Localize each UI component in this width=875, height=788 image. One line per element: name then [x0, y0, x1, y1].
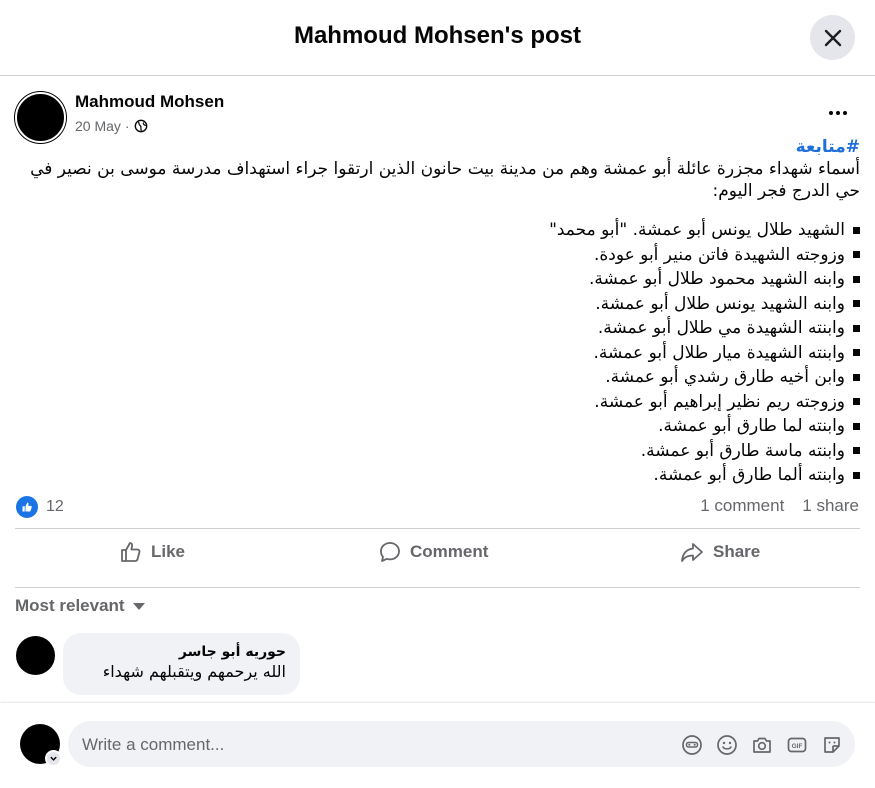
list-item-text: وابنه الشهيد محمود طلال أبو عمشة. [588, 269, 845, 289]
bullet-icon [853, 251, 860, 259]
bullet-icon [853, 300, 860, 308]
bullet-icon [853, 373, 860, 381]
bullet-icon [853, 324, 860, 332]
list-item: وابنته لما طارق أبو عمشة. [20, 414, 860, 439]
martyrs-list: الشهيد طلال يونس أبو عمشة. "أبو محمد" وز… [20, 218, 860, 488]
like-label: Like [151, 542, 186, 561]
list-item: وابن أخيه طارق رشدي أبو عمشة. [20, 365, 860, 390]
comment-label: Comment [410, 542, 489, 561]
bullet-icon [853, 349, 860, 357]
bullet-icon [853, 447, 860, 455]
svg-text:GIF: GIF [792, 743, 803, 750]
bullet-icon [853, 422, 860, 430]
like-count: 12 [46, 498, 64, 515]
more-icon-dot [836, 111, 840, 115]
camera-icon [753, 737, 771, 753]
author-name[interactable]: Mahmoud Mohsen [75, 92, 224, 112]
list-item: الشهيد طلال يونس أبو عمشة. "أبو محمد" [20, 218, 860, 243]
comment-button[interactable]: Comment [378, 540, 488, 564]
avatar-icon [682, 735, 702, 755]
engagement-counts: 1 comment 1 share [700, 496, 859, 516]
list-item: وابنته ماسة طارق أبو عمشة. [20, 439, 860, 464]
more-icon [829, 111, 833, 115]
comment-placeholder: Write a comment... [82, 735, 225, 754]
share-icon [681, 543, 703, 562]
divider [15, 587, 860, 588]
share-count[interactable]: 1 share [802, 496, 859, 516]
list-item: وابنته الشهيدة ميار طلال أبو عمشة. [20, 341, 860, 366]
list-item: وابنته ألما طارق أبو عمشة. [20, 463, 860, 488]
commenter-name[interactable]: حوريه أبو جاسر [77, 643, 286, 661]
comment-text: الله يرحمهم ويتقبلهم شهداء [102, 662, 286, 681]
comment-input[interactable]: Write a comment... GIF [68, 721, 855, 767]
list-item-text: وابنته الشهيدة ميار طلال أبو عمشة. [593, 342, 845, 363]
post-body: #متابعة أسماء شهداء مجزرة عائلة أبو عمشة… [20, 136, 860, 488]
list-item-text: وزوجته الشهيدة فاتن منير أبو عودة. [593, 244, 845, 265]
thumbs-up-icon [121, 542, 141, 562]
emoji-icon [717, 735, 737, 755]
avatar-sticker-button[interactable] [680, 733, 704, 757]
bullet-icon [853, 471, 860, 479]
commenter-avatar[interactable] [16, 636, 55, 675]
list-item: وابنه الشهيد محمود طلال أبو عمشة. [20, 267, 860, 292]
gif-button[interactable]: GIF [785, 733, 809, 757]
like-button[interactable]: Like [119, 540, 185, 564]
list-item-text: وزوجته ريم نظير إبراهيم أبو عمشة. [594, 391, 845, 412]
post-text: أسماء شهداء مجزرة عائلة أبو عمشة وهم من … [30, 159, 860, 201]
close-icon [824, 29, 841, 46]
list-item: وابنه الشهيد يونس طلال أبو عمشة. [20, 292, 860, 317]
more-icon-dot [843, 111, 847, 115]
comment-filter-label: Most relevant [15, 596, 125, 615]
reaction-summary[interactable]: 12 [16, 496, 64, 518]
list-item-text: وابن أخيه طارق رشدي أبو عمشة. [605, 367, 845, 387]
emoji-button[interactable] [715, 733, 739, 757]
sticker-button[interactable] [820, 733, 844, 757]
photo-button[interactable] [750, 733, 774, 757]
list-item-text: وابنته الشهيدة مي طلال أبو عمشة. [597, 318, 845, 338]
bullet-icon [853, 275, 860, 283]
list-item-text: وابنته لما طارق أبو عمشة. [658, 416, 845, 436]
post-meta: 20 May · [75, 118, 148, 134]
list-item: وزوجته الشهيدة فاتن منير أبو عودة. [20, 243, 860, 268]
list-item-text: الشهيد طلال يونس أبو عمشة. "أبو محمد" [549, 220, 845, 240]
post-date[interactable]: 20 May [75, 118, 121, 134]
list-item: وزوجته ريم نظير إبراهيم أبو عمشة. [20, 390, 860, 415]
comment-count[interactable]: 1 comment [700, 496, 784, 516]
share-button[interactable]: Share [679, 540, 760, 564]
sticker-icon [824, 737, 840, 753]
comment-bubble: حوريه أبو جاسر الله يرحمهم ويتقبلهم شهدا… [63, 633, 300, 695]
close-button[interactable] [810, 15, 855, 60]
gif-icon: GIF [787, 737, 807, 753]
bullet-icon [853, 226, 860, 234]
more-options-button[interactable] [820, 101, 856, 125]
list-item-text: وابنه الشهيد يونس طلال أبو عمشة. [595, 293, 845, 314]
list-item-text: وابنته ماسة طارق أبو عمشة. [640, 440, 845, 461]
modal-header: Mahmoud Mohsen's post [0, 0, 875, 76]
bullet-icon [853, 398, 860, 406]
modal-title: Mahmoud Mohsen's post [293, 22, 582, 49]
like-reaction-icon [16, 496, 38, 518]
divider [15, 528, 860, 529]
share-label: Share [713, 542, 761, 561]
comment-composer: Write a comment... GIF [0, 703, 875, 788]
date-separator: · [124, 118, 130, 134]
caret-down-icon [132, 602, 145, 610]
comment-filter-dropdown[interactable]: Most relevant [15, 596, 145, 616]
chevron-down-icon[interactable] [45, 750, 62, 767]
hashtag-link[interactable]: #متابعة [20, 136, 860, 158]
list-item-text: وابنته ألما طارق أبو عمشة. [653, 465, 845, 485]
comment-icon [380, 542, 400, 562]
globe-icon [134, 119, 147, 133]
list-item: وابنته الشهيدة مي طلال أبو عمشة. [20, 316, 860, 341]
